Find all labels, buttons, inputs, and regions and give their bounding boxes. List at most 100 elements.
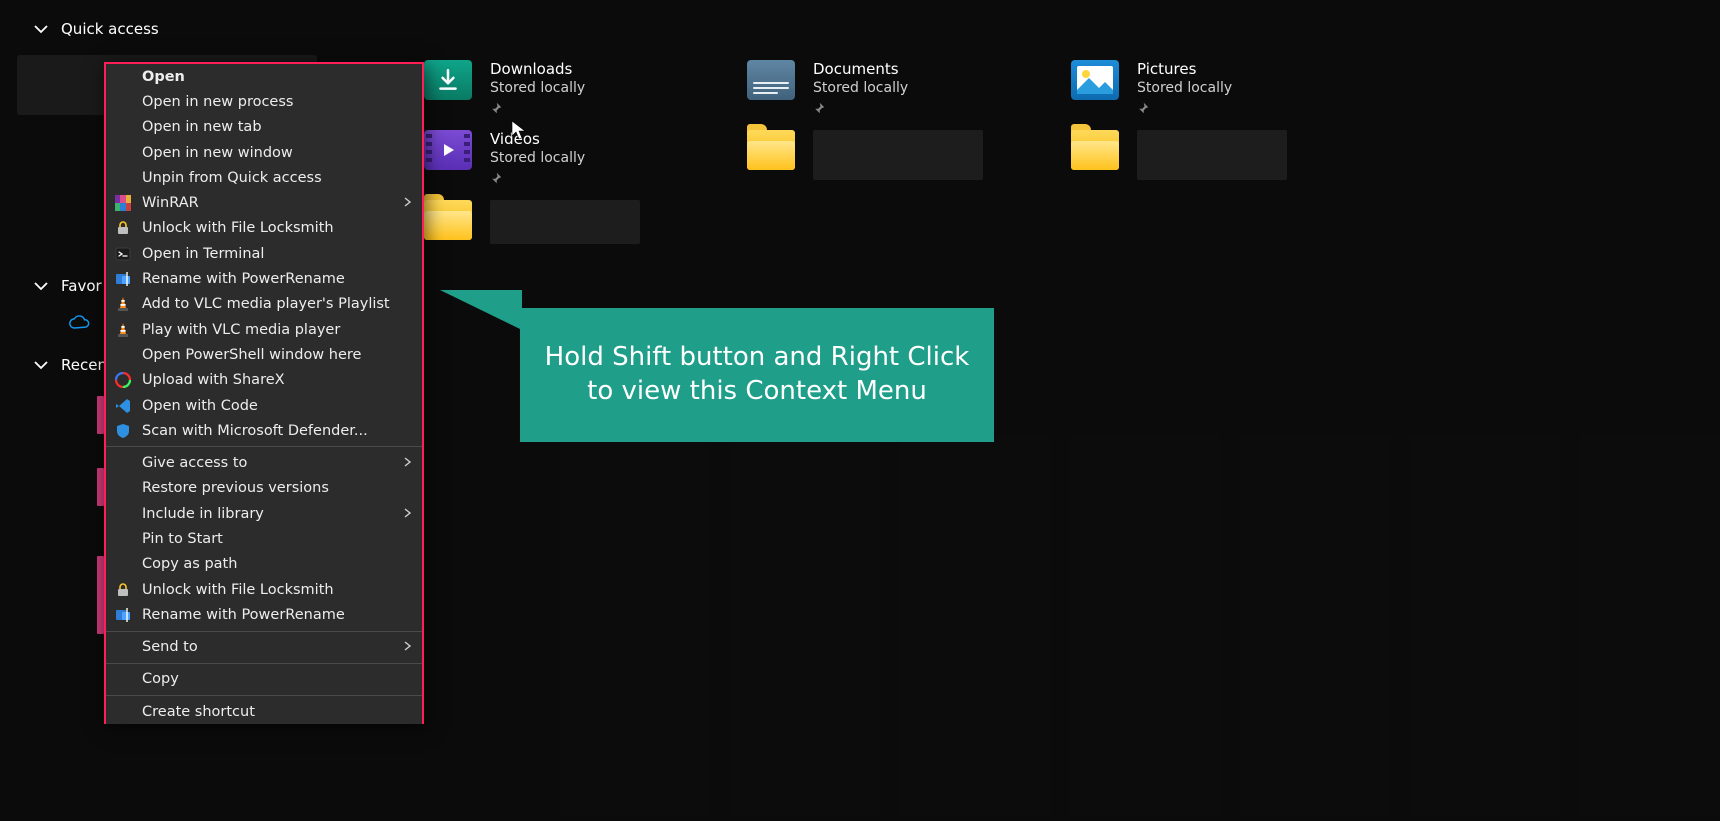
qa-subtitle: Stored locally [813,80,908,96]
ctx-item-copy-as-path[interactable]: Copy as path [106,552,422,577]
ctx-item-label: Copy as path [142,556,237,572]
ctx-item-label: Open PowerShell window here [142,347,361,363]
ctx-item-label: Restore previous versions [142,480,329,496]
ctx-item-create-shortcut[interactable]: Create shortcut [106,699,422,724]
vscode-icon [114,397,132,415]
winrar-icon [114,194,132,212]
ctx-item-give-access-to[interactable]: Give access to [106,450,422,475]
ctx-item-open-in-terminal[interactable]: Open in Terminal [106,241,422,266]
qa-title: Downloads [490,60,585,78]
section-favorites[interactable]: Favor [33,277,102,295]
recent-files-grid-dim [560,435,1720,815]
ctx-item-open-in-new-tab[interactable]: Open in new tab [106,115,422,140]
ctx-item-label: Open in Terminal [142,246,264,262]
qa-item-folder[interactable] [747,130,983,180]
ctx-item-label: Play with VLC media player [142,322,340,338]
ctx-item-label: Rename with PowerRename [142,607,345,623]
ctx-item-unlock-with-file-locksmith[interactable]: Unlock with File Locksmith [106,216,422,241]
ctx-item-label: Create shortcut [142,704,255,720]
powerrename-icon [114,606,132,624]
qa-subtitle: Stored locally [1137,80,1232,96]
qa-item-downloads[interactable]: Downloads Stored locally [424,60,585,118]
file-icon-sliver [97,396,104,434]
pin-icon [490,169,585,188]
ctx-item-add-to-vlc-media-player-s-playlist[interactable]: Add to VLC media player's Playlist [106,292,422,317]
vlc-icon [114,295,132,313]
callout-text: Hold Shift button and Right Click to vie… [544,341,970,409]
ctx-item-label: Scan with Microsoft Defender... [142,423,368,439]
ctx-item-label: Send to [142,639,198,655]
pin-icon [813,99,908,118]
chevron-down-icon [33,357,49,373]
powerrename-icon [114,270,132,288]
file-icon-sliver [97,556,104,634]
qa-subtitle: Stored locally [490,80,585,96]
ctx-item-label: Open in new process [142,94,293,110]
ctx-item-open-in-new-window[interactable]: Open in new window [106,140,422,165]
qa-item-folder[interactable] [424,200,640,244]
section-quick-access[interactable]: Quick access [33,20,159,38]
ctx-item-label: Unpin from Quick access [142,170,322,186]
ctx-item-label: Open with Code [142,398,258,414]
ctx-item-rename-with-powerrename[interactable]: Rename with PowerRename [106,602,422,627]
documents-folder-icon [747,60,795,100]
context-menu[interactable]: Open Open in new process Open in new tab Op… [104,62,424,724]
redacted-label [490,200,640,244]
ctx-item-label: Pin to Start [142,531,223,547]
qa-title: Pictures [1137,60,1232,78]
ctx-item-label: Give access to [142,455,247,471]
qa-subtitle: Stored locally [490,150,585,166]
tutorial-callout: Hold Shift button and Right Click to vie… [520,308,994,442]
qa-item-pictures[interactable]: Pictures Stored locally [1071,60,1232,118]
ctx-item-winrar[interactable]: WinRAR [106,190,422,215]
chevron-right-icon [402,639,412,655]
ctx-item-copy[interactable]: Copy [106,667,422,692]
locksmith-icon [114,581,132,599]
cloud-icon [68,315,90,334]
ctx-item-include-in-library[interactable]: Include in library [106,501,422,526]
folder-icon [747,130,795,170]
section-label: Quick access [61,20,159,38]
section-recent[interactable]: Recen [33,356,107,374]
ctx-item-label: Unlock with File Locksmith [142,582,334,598]
ctx-item-label: Copy [142,671,179,687]
section-label: Recen [61,356,107,374]
redacted-label [813,130,983,180]
ctx-item-open-in-new-process[interactable]: Open in new process [106,89,422,114]
pin-icon [1137,99,1232,118]
section-label: Favor [61,277,102,295]
videos-folder-icon [424,130,472,170]
ctx-item-label: Open [142,69,185,85]
ctx-item-label: WinRAR [142,195,199,211]
ctx-item-label: Open in new window [142,145,293,161]
defender-icon [114,422,132,440]
pin-icon [490,99,585,118]
ctx-item-upload-with-sharex[interactable]: Upload with ShareX [106,368,422,393]
qa-item-folder[interactable] [1071,130,1287,180]
ctx-item-send-to[interactable]: Send to [106,635,422,660]
ctx-item-play-with-vlc-media-player[interactable]: Play with VLC media player [106,317,422,342]
ctx-item-open-powershell-window-here[interactable]: Open PowerShell window here [106,342,422,367]
chevron-down-icon [33,21,49,37]
ctx-item-unpin-from-quick-access[interactable]: Unpin from Quick access [106,165,422,190]
ctx-item-pin-to-start[interactable]: Pin to Start [106,526,422,551]
ctx-item-label: Upload with ShareX [142,372,285,388]
ctx-item-rename-with-powerrename[interactable]: Rename with PowerRename [106,266,422,291]
ctx-item-scan-with-microsoft-defender[interactable]: Scan with Microsoft Defender... [106,418,422,443]
ctx-item-restore-previous-versions[interactable]: Restore previous versions [106,476,422,501]
downloads-folder-icon [424,60,472,100]
ctx-item-label: Unlock with File Locksmith [142,220,334,236]
folder-icon [1071,130,1119,170]
qa-title: Videos [490,130,585,148]
ctx-item-label: Add to VLC media player's Playlist [142,296,390,312]
qa-item-documents[interactable]: Documents Stored locally [747,60,908,118]
ctx-item-label: Open in new tab [142,119,262,135]
qa-item-videos[interactable]: Videos Stored locally [424,130,585,188]
ctx-item-label: Include in library [142,506,264,522]
ctx-item-unlock-with-file-locksmith[interactable]: Unlock with File Locksmith [106,577,422,602]
ctx-item-open-with-code[interactable]: Open with Code [106,393,422,418]
file-icon-sliver [97,468,104,506]
chevron-right-icon [402,506,412,522]
ctx-item-open[interactable]: Open [106,64,422,89]
chevron-down-icon [33,278,49,294]
